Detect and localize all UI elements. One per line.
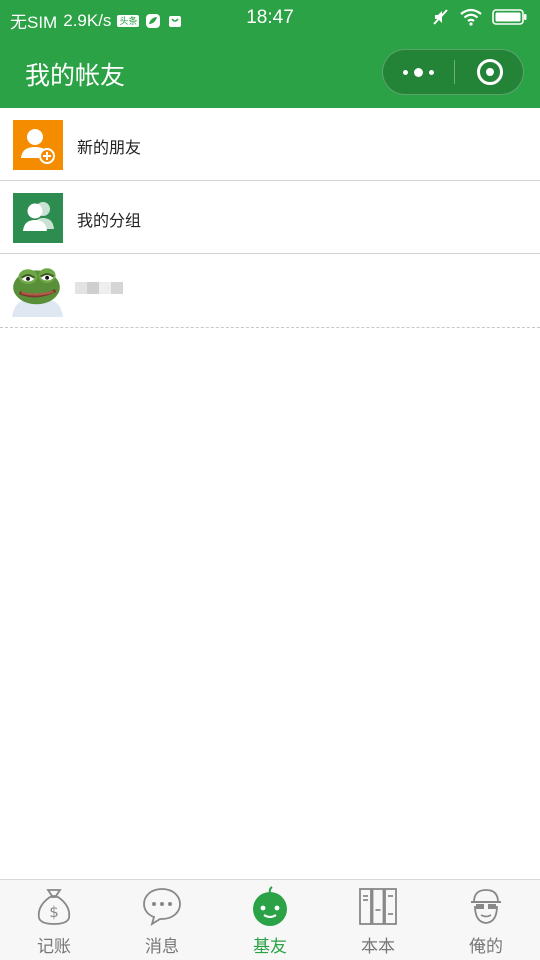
baby-face-icon [253,886,287,926]
chat-bubble-icon [143,888,181,926]
list-item-label: 我的分组 [77,211,142,230]
tab-messages[interactable]: 消息 [108,880,216,960]
tab-label: 消息 [145,937,179,957]
tab-label: 本本 [361,937,395,957]
close-miniprogram-button[interactable] [455,50,525,94]
add-friend-icon [13,120,63,170]
tab-bar: $ 记账 消息 基友 本本 俺的 [0,879,540,960]
list-item-label: 新的朋友 [77,138,142,157]
tab-buddies[interactable]: 基友 [216,880,324,960]
more-dot-icon [429,69,434,75]
tab-label: 记账 [37,937,71,957]
target-circle-icon [477,59,503,85]
cap-face-icon [471,889,501,924]
list-item-new-friends[interactable]: 新的朋友 [0,108,540,181]
mute-icon [433,9,448,25]
miniprogram-capsule [382,49,524,95]
page-title: 我的帐友 [25,61,126,90]
tab-accounting[interactable]: $ 记账 [0,880,108,960]
money-bag-icon: $ [37,889,71,925]
wifi-icon [460,8,482,26]
battery-icon [492,9,527,25]
list-item-my-groups[interactable]: 我的分组 [0,181,540,254]
status-bar: 无SIM 2.9K/s 头条 18:47 [0,0,540,36]
list-item-friend[interactable] [0,254,540,328]
group-icon [13,193,63,243]
status-right [432,8,528,26]
tab-label: 基友 [253,937,287,957]
tab-books[interactable]: 本本 [324,880,432,960]
more-dot-icon [414,67,423,77]
friends-list: 新的朋友 我的分组 [0,108,540,328]
friend-name-blurred [75,282,123,294]
more-dot-icon [403,69,408,75]
nav-bar: 我的帐友 [0,36,540,108]
tab-label: 俺的 [469,937,503,957]
frog-avatar [10,264,63,317]
tab-profile[interactable]: 俺的 [432,880,540,960]
books-icon [359,888,397,925]
more-button[interactable] [383,50,454,94]
svg-text:$: $ [49,903,59,921]
